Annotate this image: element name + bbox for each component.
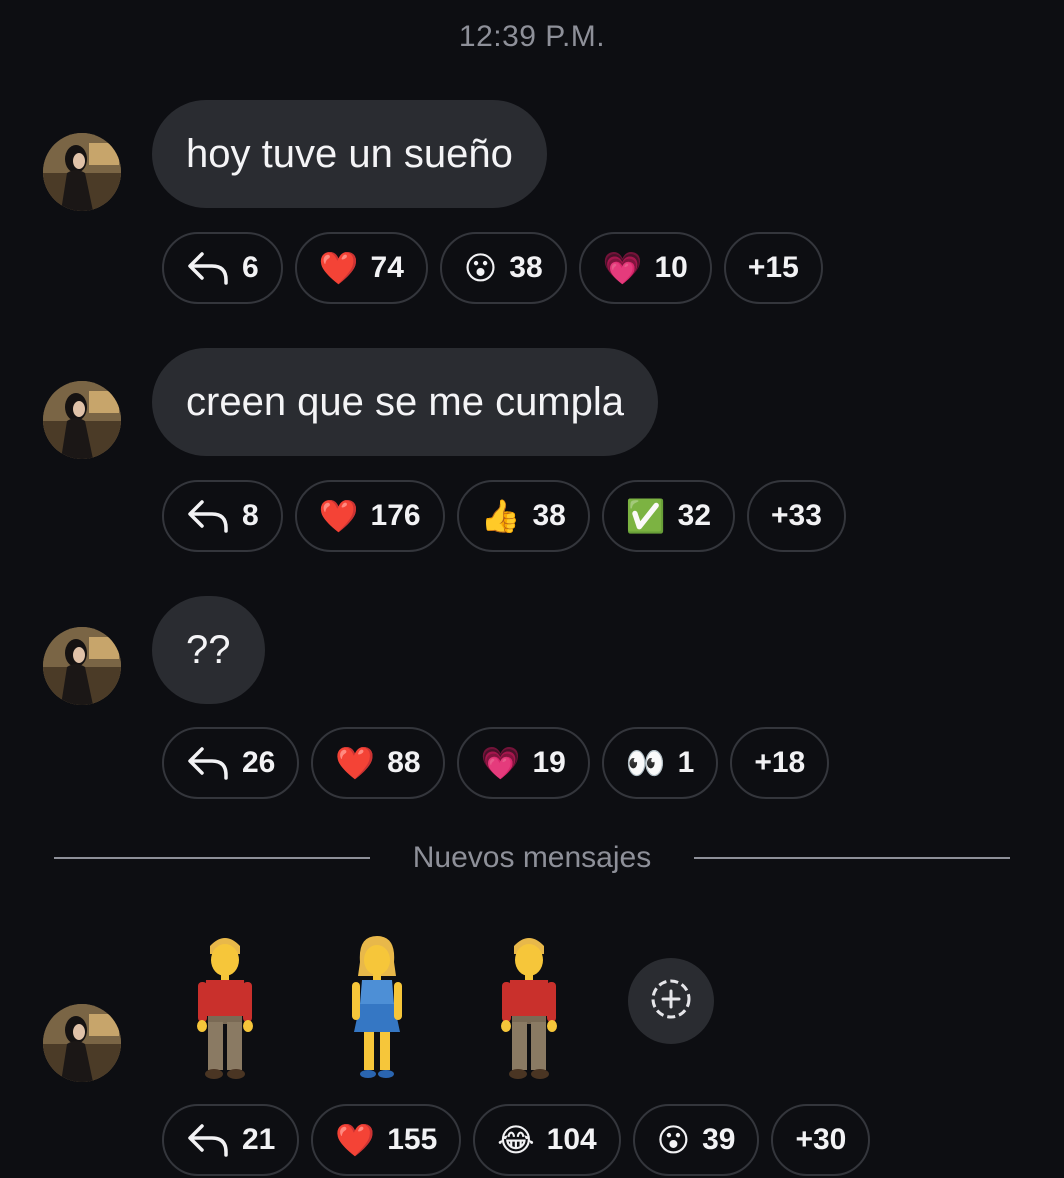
reaction-count: 32 <box>677 499 712 532</box>
reaction-count: 19 <box>532 746 566 779</box>
reaction-heart[interactable]: ❤️ 176 <box>294 480 445 552</box>
eyes-icon: 👀 <box>625 745 666 781</box>
reply-icon <box>186 1122 230 1158</box>
reply-count-button[interactable]: 21 <box>162 1104 300 1176</box>
reaction-count: 38 <box>509 251 543 284</box>
thumbs-up-icon: 👍 <box>480 498 521 534</box>
reaction-count: 88 <box>387 746 421 779</box>
reaction-pink-heart[interactable]: 💗 19 <box>456 727 590 799</box>
more-reactions-count: +33 <box>771 499 822 532</box>
tears-of-joy-icon: 😂 <box>497 1122 535 1158</box>
avatar[interactable] <box>43 133 121 211</box>
more-reactions-count: +30 <box>795 1123 847 1156</box>
reaction-surprised[interactable]: 😮 38 <box>439 232 567 304</box>
heart-emoji-icon: ❤️ <box>318 250 359 286</box>
reply-count: 8 <box>242 499 259 532</box>
message-bubble[interactable]: creen que se me cumpla <box>152 348 659 456</box>
reaction-count: 74 <box>370 251 404 284</box>
heart-emoji-icon: ❤️ <box>318 498 359 534</box>
man-standing-icon <box>190 932 260 1082</box>
reaction-joy[interactable]: 😂 104 <box>473 1104 621 1176</box>
woman-standing-icon <box>342 932 412 1082</box>
reply-icon <box>186 745 230 781</box>
add-reaction-icon <box>649 977 693 1026</box>
more-reactions-count: +18 <box>754 746 806 779</box>
surprised-face-icon: 😮 <box>656 1122 691 1158</box>
reaction-heart[interactable]: ❤️ 155 <box>311 1104 462 1176</box>
reply-count: 21 <box>242 1123 276 1156</box>
more-reactions-count: +15 <box>747 251 799 284</box>
reaction-bar: 6 ❤️ 74 😮 38 💗 10 +15 <box>162 232 823 304</box>
divider-line <box>694 857 1010 859</box>
reaction-heart[interactable]: ❤️ 74 <box>294 232 428 304</box>
check-mark-button-icon: ✅ <box>625 498 666 534</box>
message-bubble[interactable]: ?? <box>152 596 265 704</box>
reply-count-button[interactable]: 26 <box>162 727 300 799</box>
reaction-count: 104 <box>546 1123 597 1156</box>
reaction-pink-heart[interactable]: 💗 10 <box>578 232 712 304</box>
reaction-thumbs-up[interactable]: 👍 38 <box>456 480 590 552</box>
reaction-bar: 26 ❤️ 88 💗 19 👀 1 +18 <box>162 727 830 799</box>
reply-count: 26 <box>242 746 276 779</box>
more-reactions-button[interactable]: +30 <box>771 1104 871 1176</box>
more-reactions-button[interactable]: +18 <box>730 727 830 799</box>
reaction-count: 39 <box>702 1123 736 1156</box>
reaction-count: 176 <box>370 499 421 532</box>
more-reactions-button[interactable]: +15 <box>723 232 823 304</box>
message-bubble[interactable]: hoy tuve un sueño <box>152 100 547 208</box>
reaction-check[interactable]: ✅ 32 <box>601 480 736 552</box>
growing-heart-icon: 💗 <box>480 745 521 781</box>
heart-emoji-icon: ❤️ <box>335 1122 376 1158</box>
reaction-count: 1 <box>677 746 695 779</box>
surprised-face-icon: 😮 <box>463 250 498 286</box>
reply-icon <box>186 498 230 534</box>
reaction-surprised[interactable]: 😮 39 <box>632 1104 760 1176</box>
message-timestamp: 12:39 P.M. <box>458 20 606 53</box>
heart-emoji-icon: ❤️ <box>335 745 376 781</box>
reply-count: 6 <box>242 251 259 284</box>
reaction-count: 38 <box>532 499 566 532</box>
reaction-count: 10 <box>654 251 688 284</box>
man-standing-icon <box>494 932 564 1082</box>
avatar[interactable] <box>43 627 121 705</box>
add-reaction-button[interactable] <box>628 958 714 1044</box>
new-messages-divider: Nuevos mensajes <box>54 838 1010 878</box>
reaction-bar: 21 ❤️ 155 😂 104 😮 39 +30 <box>162 1104 871 1176</box>
avatar[interactable] <box>43 381 121 459</box>
reaction-count: 155 <box>387 1123 438 1156</box>
reply-icon <box>186 250 230 286</box>
reaction-heart[interactable]: ❤️ 88 <box>311 727 445 799</box>
reaction-eyes[interactable]: 👀 1 <box>601 727 719 799</box>
reaction-bar: 8 ❤️ 176 👍 38 ✅ 32 +33 <box>162 480 846 552</box>
avatar[interactable] <box>43 1004 121 1082</box>
growing-heart-icon: 💗 <box>602 250 643 286</box>
reply-count-button[interactable]: 6 <box>162 232 283 304</box>
more-reactions-button[interactable]: +33 <box>747 480 846 552</box>
reply-count-button[interactable]: 8 <box>162 480 283 552</box>
